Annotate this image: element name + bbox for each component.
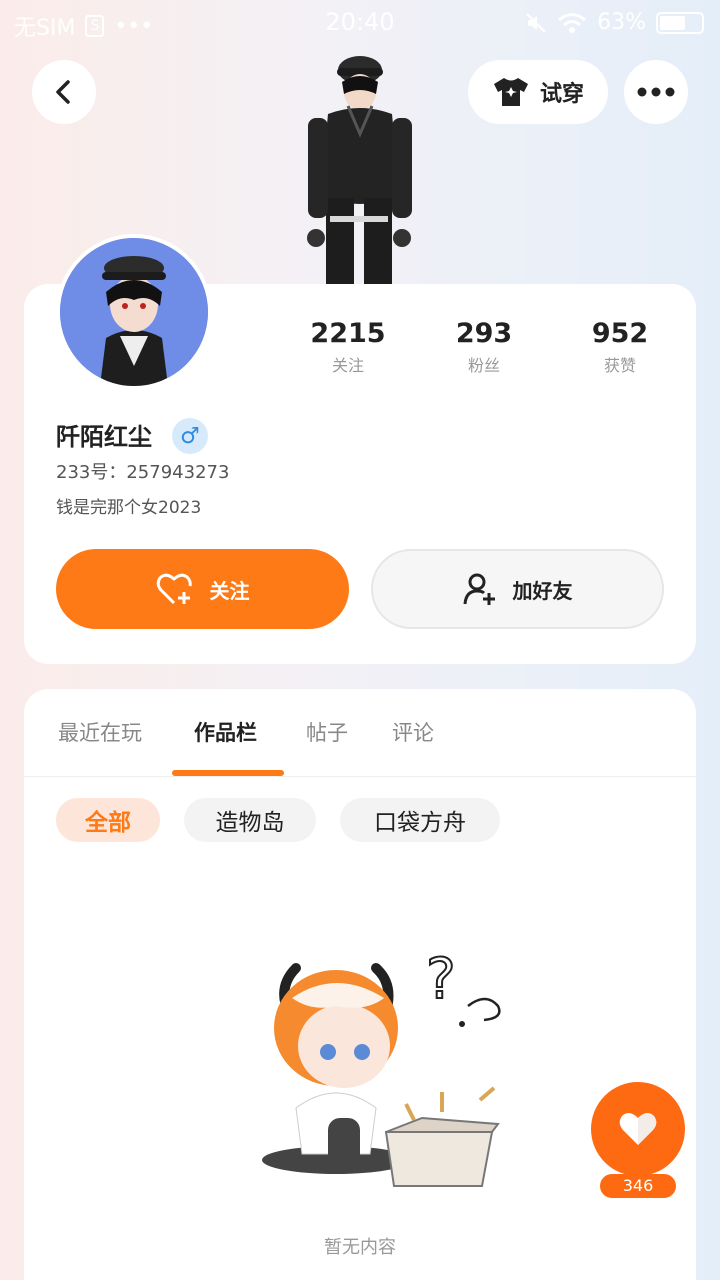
stat-following[interactable]: 2215 关注 — [280, 318, 416, 376]
add-user-icon — [463, 573, 495, 605]
shirt-icon — [493, 78, 528, 106]
stat-followers[interactable]: 293 粉丝 — [416, 318, 552, 376]
wifi-icon — [558, 12, 587, 33]
male-gender-icon: ♂ — [172, 418, 208, 454]
avatar[interactable] — [56, 234, 212, 390]
empty-state-text: 暂无内容 — [324, 1237, 396, 1258]
more-icon — [637, 87, 675, 97]
tab-indicator — [172, 770, 284, 776]
status-bar: 无SIM S ••• 20:40 63% — [0, 0, 720, 46]
try-on-label: 试穿 — [539, 81, 584, 107]
back-button[interactable] — [32, 60, 96, 124]
add-friend-label: 加好友 — [512, 578, 573, 603]
stat-value: 952 — [591, 318, 649, 349]
stats-row: 2215 关注 293 粉丝 952 获赞 — [280, 318, 690, 376]
mute-icon — [526, 12, 546, 33]
stat-value: 2215 — [310, 318, 386, 349]
stat-likes[interactable]: 952 获赞 — [552, 318, 688, 376]
tab-comments[interactable]: 评论 — [392, 717, 434, 747]
user-id: 233号：257943273 — [56, 462, 230, 483]
battery-fill — [660, 15, 686, 30]
heart-icon — [619, 1112, 657, 1145]
filter-creation-island[interactable]: 造物岛 — [184, 798, 316, 842]
tab-works[interactable]: 作品栏 — [194, 717, 257, 747]
username: 阡陌红尘 — [56, 422, 152, 451]
empty-state-illustration: ? — [236, 928, 516, 1200]
like-count: 346 — [600, 1174, 676, 1198]
follow-label: 关注 — [209, 578, 250, 603]
svg-text:?: ? — [426, 947, 456, 1012]
status-right: 63% — [525, 10, 704, 35]
heart-plus-icon — [156, 573, 192, 605]
add-friend-button[interactable]: 加好友 — [371, 549, 664, 629]
stat-label: 获赞 — [603, 356, 636, 375]
filter-all[interactable]: 全部 — [56, 798, 160, 842]
chevron-left-icon — [56, 80, 70, 104]
avatar-3d-figure — [290, 48, 420, 284]
bio: 钱是完那个女2023 — [56, 498, 202, 518]
tab-bar: 最近在玩 作品栏 帖子 评论 — [24, 689, 696, 777]
like-button[interactable] — [591, 1082, 685, 1176]
more-button[interactable] — [624, 60, 688, 124]
follow-button[interactable]: 关注 — [56, 549, 349, 629]
filter-pocket-ark[interactable]: 口袋方舟 — [340, 798, 500, 842]
stat-value: 293 — [455, 318, 513, 349]
stat-label: 粉丝 — [467, 356, 500, 375]
tab-recent-playing[interactable]: 最近在玩 — [58, 717, 142, 747]
stat-label: 关注 — [331, 356, 364, 375]
tab-posts[interactable]: 帖子 — [306, 717, 348, 747]
try-on-button[interactable]: 试穿 — [468, 60, 608, 124]
battery-icon — [656, 11, 704, 34]
battery-text: 63% — [597, 10, 646, 35]
